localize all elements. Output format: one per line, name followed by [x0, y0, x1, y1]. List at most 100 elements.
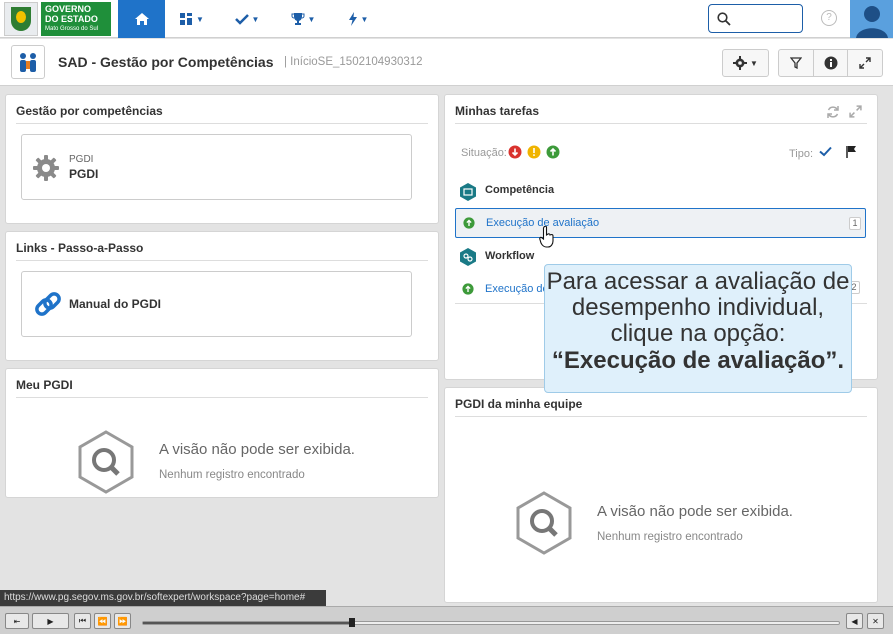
- trophy-icon: [291, 13, 305, 25]
- on-time-status-icon: [462, 283, 474, 295]
- divider: [455, 123, 867, 124]
- expand-icon: [859, 57, 871, 69]
- prev-button[interactable]: ⏪: [94, 613, 111, 629]
- warning-status-icon[interactable]: [527, 145, 541, 159]
- progress-thumb[interactable]: [348, 618, 355, 627]
- filter-icon: [790, 57, 802, 69]
- search-icon: [516, 491, 572, 555]
- nav-home[interactable]: [118, 0, 165, 38]
- play-icon: ▶: [47, 616, 54, 626]
- people-icon: [20, 53, 36, 72]
- info-button[interactable]: [813, 49, 848, 77]
- panel-title: Links - Passo-a-Passo: [16, 241, 144, 255]
- chevron-down-icon: ▼: [750, 58, 758, 68]
- check-icon[interactable]: [819, 146, 832, 157]
- nav-trophy[interactable]: ▼: [282, 0, 324, 38]
- app-icon: [11, 45, 45, 79]
- search-icon: [717, 12, 731, 26]
- top-bar: GOVERNO DO ESTADO Mato Grosso do Sul ▼ ▼…: [0, 0, 893, 38]
- next-button[interactable]: ⏩: [114, 613, 131, 629]
- empty-subtitle: Nenhum registro encontrado: [597, 531, 743, 543]
- panel-meu-pgdi: Meu PGDI A visão não pode ser exibida. N…: [5, 368, 439, 498]
- competence-icon: [460, 183, 476, 201]
- chevron-down-icon: ▼: [251, 14, 260, 24]
- chevron-down-icon: ▼: [307, 14, 316, 24]
- info-icon: [824, 56, 837, 70]
- on-time-status-icon[interactable]: [546, 145, 560, 159]
- group-label: Workflow: [485, 250, 535, 262]
- search-input[interactable]: [708, 4, 803, 33]
- avatar[interactable]: [850, 0, 893, 38]
- bolt-icon: [348, 12, 357, 26]
- panel-title: PGDI da minha equipe: [455, 397, 583, 411]
- divider: [455, 416, 867, 417]
- play-button[interactable]: ▶: [32, 613, 69, 629]
- card-label: PGDI: [69, 167, 99, 181]
- divider: [16, 123, 428, 124]
- player-bar: ⇤ ▶ ⏮ ⏪ ⏩ ◀ ✕: [0, 606, 893, 634]
- first-button[interactable]: ⏮: [74, 613, 91, 629]
- pointer-hand-icon: [539, 226, 554, 248]
- close-button[interactable]: ✕: [867, 613, 884, 629]
- fullscreen-button[interactable]: [847, 49, 883, 77]
- task-row-execucao[interactable]: Execução de avaliação 1: [455, 208, 866, 238]
- panel-pgdi-equipe: PGDI da minha equipe A visão não pode se…: [444, 387, 878, 603]
- volume-icon: ◀: [851, 616, 858, 626]
- group-label: Competência: [485, 184, 555, 196]
- logo-line-2: DO ESTADO: [45, 14, 98, 24]
- exit-icon: ⇤: [13, 616, 21, 626]
- page-subtitle: | InícioSE_1502104930312: [284, 56, 423, 68]
- step-forward-icon: ⏩: [117, 616, 128, 626]
- link-icon: [35, 292, 61, 316]
- callout-line: clique na opção:: [610, 320, 786, 347]
- status-url: https://www.pg.segov.ms.gov.br/softexper…: [0, 590, 326, 606]
- logo-text: GOVERNO DO ESTADO Mato Grosso do Sul: [41, 2, 111, 36]
- progress-fill: [143, 622, 352, 624]
- search-icon: [78, 430, 134, 494]
- government-logo[interactable]: GOVERNO DO ESTADO Mato Grosso do Sul: [4, 2, 112, 36]
- callout-line: desempenho individual,: [571, 294, 825, 321]
- check-icon: [234, 14, 249, 25]
- task-label: Execução de: [485, 283, 549, 295]
- progress-track[interactable]: [142, 618, 840, 627]
- empty-title: A visão não pode ser exibida.: [159, 441, 355, 458]
- tutorial-callout: Para acessar a avaliação de desempenho i…: [544, 264, 852, 393]
- callout-emphasis: “Execução de avaliação”.: [551, 347, 845, 374]
- chevron-down-icon: ▼: [360, 14, 369, 24]
- close-icon: ✕: [872, 616, 879, 626]
- step-back-icon: ⏪: [97, 616, 108, 626]
- divider: [16, 397, 428, 398]
- nav-dashboard[interactable]: ▼: [170, 0, 214, 38]
- situacao-label: Situação:: [461, 147, 507, 159]
- empty-title: A visão não pode ser exibida.: [597, 503, 793, 520]
- volume-button[interactable]: ◀: [846, 613, 863, 629]
- dashboard-icon: [180, 13, 193, 25]
- tipo-label: Tipo:: [789, 148, 814, 160]
- card-label-small: PGDI: [69, 154, 94, 165]
- pgdi-card[interactable]: PGDI PGDI: [21, 134, 412, 200]
- nav-actions[interactable]: ▼: [338, 0, 378, 38]
- divider: [16, 260, 428, 261]
- workflow-icon: [460, 248, 476, 266]
- logo-line-3: Mato Grosso do Sul: [45, 26, 99, 32]
- skip-start-icon: ⏮: [78, 616, 87, 625]
- panel-gestao: Gestão por competências PGDI PGDI: [5, 94, 439, 224]
- panel-title: Meu PGDI: [16, 378, 73, 392]
- nav-tasks[interactable]: ▼: [226, 0, 268, 38]
- empty-subtitle: Nenhum registro encontrado: [159, 469, 305, 481]
- filter-button[interactable]: [778, 49, 814, 77]
- flag-icon[interactable]: [846, 145, 858, 158]
- settings-button[interactable]: ▼: [722, 49, 769, 77]
- expand-icon[interactable]: [849, 105, 862, 118]
- help-icon[interactable]: ?: [821, 10, 837, 26]
- exit-button[interactable]: ⇤: [5, 613, 29, 629]
- gear-icon: [733, 56, 748, 70]
- panel-title: Minhas tarefas: [455, 104, 540, 118]
- app-header: SAD - Gestão por Competências | InícioSE…: [0, 39, 893, 86]
- refresh-icon[interactable]: [826, 105, 840, 119]
- home-icon: [134, 13, 149, 25]
- manual-card[interactable]: Manual do PGDI: [21, 271, 412, 337]
- overdue-status-icon[interactable]: [508, 145, 522, 159]
- state-crest-icon: [4, 2, 38, 36]
- card-label: Manual do PGDI: [69, 297, 162, 311]
